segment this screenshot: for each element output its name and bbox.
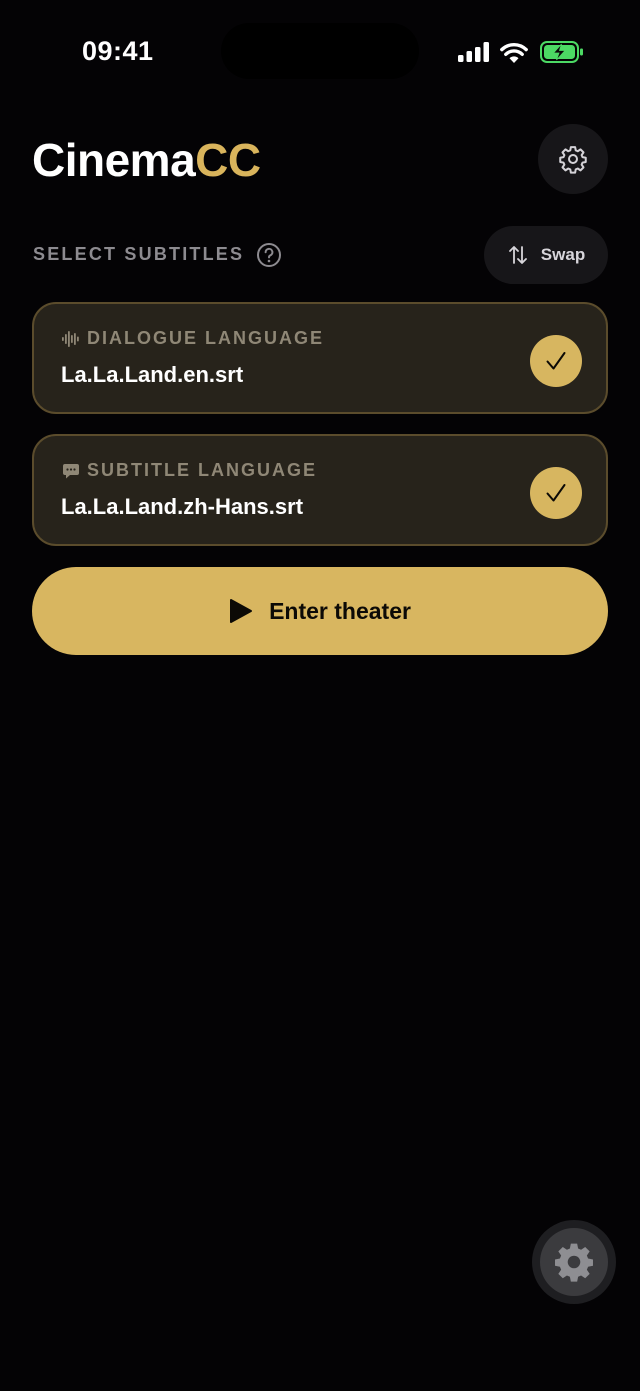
- dynamic-island: [221, 23, 419, 79]
- enter-theater-label: Enter theater: [269, 597, 411, 624]
- app-title-main: Cinema: [32, 134, 196, 186]
- card-filename: La.La.Land.en.srt: [61, 362, 244, 387]
- status-time: 09:41: [82, 36, 154, 66]
- app-screen: 09:41 CinemaCC SELECT SUBTITLES Swap DIA…: [0, 0, 640, 1391]
- checkmark-icon: [546, 352, 566, 370]
- swap-arrows-icon: [508, 246, 527, 264]
- cellular-signal-icon: [458, 42, 489, 62]
- speech-bubble-icon: [63, 463, 79, 478]
- card-heading: SUBTITLE LANGUAGE: [87, 460, 317, 480]
- selected-check-badge: [530, 467, 582, 519]
- section-label: SELECT SUBTITLES: [33, 244, 245, 264]
- help-icon[interactable]: [256, 242, 282, 268]
- status-icons: [458, 40, 584, 64]
- checkmark-icon: [546, 484, 566, 502]
- waveform-icon: [62, 330, 79, 347]
- settings-button[interactable]: [538, 124, 608, 194]
- card-heading-row: DIALOGUE LANGUAGE: [62, 328, 324, 349]
- app-title-accent: CC: [195, 134, 261, 186]
- card-heading: DIALOGUE LANGUAGE: [87, 328, 325, 348]
- card-filename: La.La.Land.zh-Hans.srt: [61, 494, 304, 519]
- app-title: CinemaCC: [32, 132, 261, 188]
- subtitle-language-card[interactable]: SUBTITLE LANGUAGE La.La.Land.zh-Hans.srt: [32, 434, 608, 546]
- battery-charging-icon: [540, 41, 583, 63]
- swap-button[interactable]: Swap: [484, 226, 608, 284]
- floating-settings-inner: [540, 1228, 608, 1296]
- wifi-icon: [500, 42, 528, 63]
- gear-icon: [555, 1243, 593, 1282]
- floating-settings-button[interactable]: [532, 1220, 616, 1304]
- enter-theater-button[interactable]: Enter theater: [32, 567, 608, 655]
- play-icon: [230, 599, 253, 623]
- card-heading-row: SUBTITLE LANGUAGE: [62, 460, 317, 481]
- swap-label: Swap: [540, 245, 586, 264]
- dialogue-language-card[interactable]: DIALOGUE LANGUAGE La.La.Land.en.srt: [32, 302, 608, 414]
- selected-check-badge: [530, 335, 582, 387]
- gear-icon: [559, 146, 587, 174]
